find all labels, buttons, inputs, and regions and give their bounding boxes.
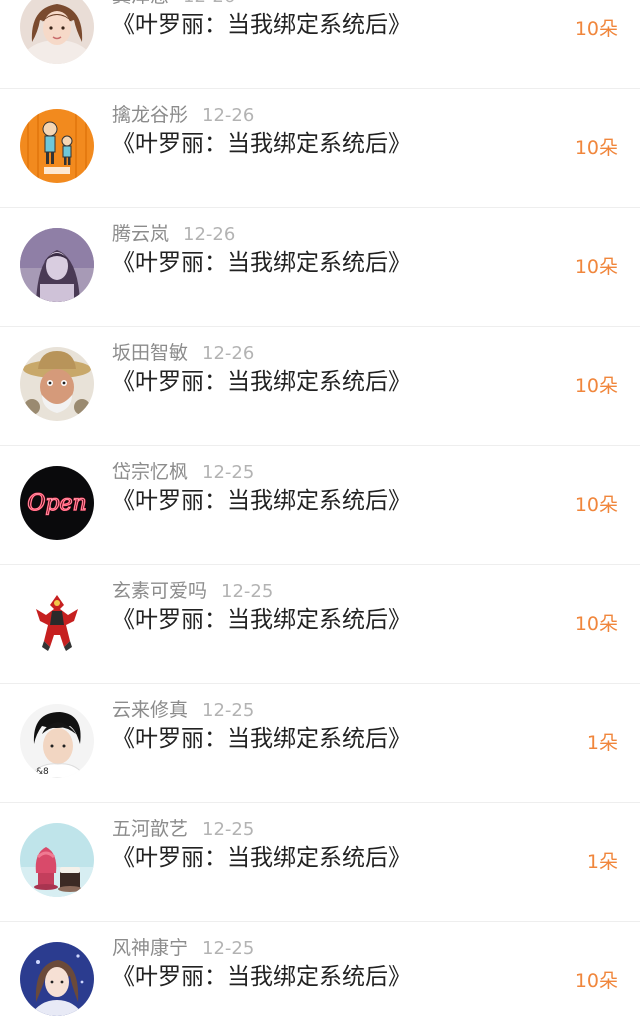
gift-record-row[interactable]: 玄素可爱吗 12-25 《叶罗丽：当我绑定系统后》 10朵 [0,565,640,684]
gift-record-row[interactable]: 冀泽惠 12-26 《叶罗丽：当我绑定系统后》 10朵 [0,0,640,89]
row-meta: 冀泽惠 12-26 [112,0,235,9]
flower-count: 10朵 [574,256,618,278]
avatar[interactable] [20,347,94,421]
row-meta: 腾云岚 12-26 [112,222,235,247]
row-meta: 岱宗忆枫 12-25 [112,460,254,485]
avatar[interactable]: &8 [20,704,94,778]
flower-count: 10朵 [574,970,618,992]
flower-count: 10朵 [574,494,618,516]
gift-record-row[interactable]: 风神康宁 12-25 《叶罗丽：当我绑定系统后》 10朵 [0,922,640,1030]
user-name[interactable]: 冀泽惠 [112,0,169,7]
user-name[interactable]: 岱宗忆枫 [112,461,188,483]
flower-count: 10朵 [574,375,618,397]
avatar[interactable] [20,942,94,1016]
gift-record-row[interactable]: 五河歆艺 12-25 《叶罗丽：当我绑定系统后》 1朵 [0,803,640,922]
user-name[interactable]: 云来修真 [112,699,188,721]
flower-count: 10朵 [574,613,618,635]
user-name[interactable]: 擒龙谷彤 [112,104,188,126]
user-name[interactable]: 五河歆艺 [112,818,188,840]
user-name[interactable]: 腾云岚 [112,223,169,245]
book-title: 《叶罗丽：当我绑定系统后》 [112,131,411,157]
book-title: 《叶罗丽：当我绑定系统后》 [112,726,411,752]
record-date: 12-26 [202,105,255,126]
book-title: 《叶罗丽：当我绑定系统后》 [112,369,411,395]
avatar[interactable] [20,0,94,64]
user-name[interactable]: 坂田智敏 [112,342,188,364]
row-meta: 云来修真 12-25 [112,698,254,723]
avatar[interactable] [20,228,94,302]
gift-record-list: 冀泽惠12-26《叶罗丽：当我绑定系统后》10朵擒龙谷彤12-26《叶罗丽：当我… [0,0,640,1030]
gift-record-row[interactable]: 擒龙谷彤 12-26 《叶罗丽：当我绑定系统后》 10朵 [0,89,640,208]
row-meta: 擒龙谷彤 12-26 [112,103,254,128]
record-date: 12-26 [183,0,235,7]
record-date: 12-25 [202,938,255,959]
gift-record-row[interactable]: Open Open 岱宗忆枫 12-25 《叶罗丽：当我绑定系统后》 10朵 [0,446,640,565]
record-date: 12-25 [202,700,255,721]
record-date: 12-26 [183,224,236,245]
book-title: 《叶罗丽：当我绑定系统后》 [112,845,411,871]
record-date: 12-26 [202,343,255,364]
record-date: 12-25 [202,819,255,840]
book-title: 《叶罗丽：当我绑定系统后》 [112,964,411,990]
book-title: 《叶罗丽：当我绑定系统后》 [112,488,411,514]
flower-count: 10朵 [574,18,618,40]
user-name[interactable]: 风神康宁 [112,937,188,959]
row-meta: 风神康宁 12-25 [112,936,254,961]
row-meta: 坂田智敏 12-26 [112,341,254,366]
flower-count: 10朵 [574,137,618,159]
book-title: 《叶罗丽：当我绑定系统后》 [112,607,411,633]
book-title: 《叶罗丽：当我绑定系统后》 [112,250,411,276]
book-title: 《叶罗丽：当我绑定系统后》 [112,12,411,38]
user-name[interactable]: 玄素可爱吗 [112,580,207,602]
row-meta: 五河歆艺 12-25 [112,817,254,842]
avatar[interactable] [20,109,94,183]
gift-record-row[interactable]: 腾云岚 12-26 《叶罗丽：当我绑定系统后》 10朵 [0,208,640,327]
svg-text:&8: &8 [36,767,49,777]
flower-count: 1朵 [586,732,618,754]
record-date: 12-25 [202,462,255,483]
avatar[interactable] [20,585,94,659]
row-meta: 玄素可爱吗 12-25 [112,579,273,604]
flower-count: 1朵 [586,851,618,873]
gift-record-row[interactable]: &8 云来修真 12-25 《叶罗丽：当我绑定系统后》 1朵 [0,684,640,803]
gift-record-row[interactable]: 坂田智敏 12-26 《叶罗丽：当我绑定系统后》 10朵 [0,327,640,446]
record-date: 12-25 [221,581,274,602]
svg-text:Open: Open [27,491,86,516]
avatar[interactable]: Open Open [20,466,94,540]
avatar[interactable] [20,823,94,897]
